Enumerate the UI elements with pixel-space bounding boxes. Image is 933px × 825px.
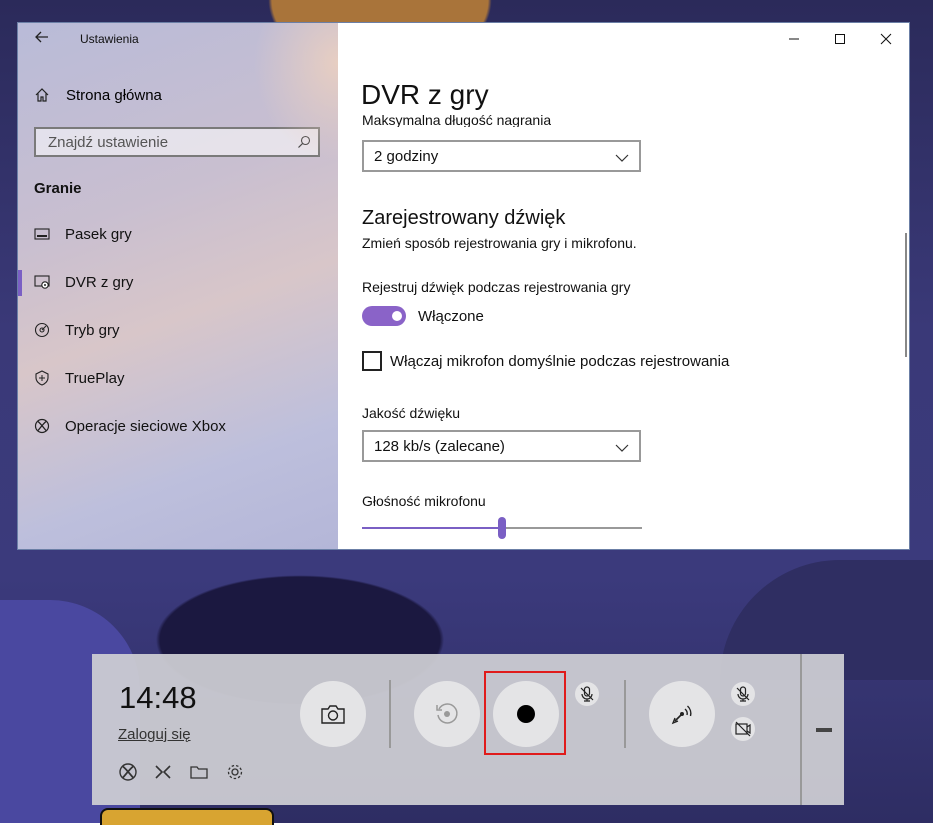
close-button[interactable] bbox=[863, 23, 909, 55]
record-audio-toggle[interactable] bbox=[362, 306, 406, 326]
search-box[interactable] bbox=[34, 127, 320, 157]
sidebar-item-label: TruePlay bbox=[65, 370, 125, 387]
mic-default-label: Włączaj mikrofon domyślnie podczas rejes… bbox=[390, 353, 730, 370]
mixer-icon[interactable] bbox=[153, 762, 173, 782]
sidebar-item-label: DVR z gry bbox=[65, 274, 134, 291]
mic-off-icon bbox=[580, 686, 594, 702]
slider-fill bbox=[362, 527, 502, 529]
sidebar-item-trueplay[interactable]: TruePlay bbox=[18, 364, 338, 394]
maximize-button[interactable] bbox=[817, 23, 863, 55]
record-icon bbox=[517, 705, 535, 723]
broadcast-button[interactable] bbox=[649, 681, 715, 747]
mic-off-icon bbox=[736, 686, 750, 702]
main-content: DVR z gry Maksymalna długość nagrania 2 … bbox=[338, 23, 909, 549]
settings-window: Ustawienia Strona główna Granie Pasek gr… bbox=[18, 23, 909, 549]
broadcast-mic-button[interactable] bbox=[731, 682, 755, 706]
sidebar-item-game-bar[interactable]: Pasek gry bbox=[18, 220, 338, 250]
divider bbox=[624, 680, 626, 748]
minimize-button[interactable] bbox=[771, 23, 817, 55]
xbox-icon bbox=[34, 418, 50, 439]
sidebar-item-label: Strona główna bbox=[66, 87, 162, 104]
sidebar-item-xbox-networking[interactable]: Operacje sieciowe Xbox bbox=[18, 412, 338, 442]
replay-icon bbox=[436, 703, 458, 724]
sidebar-item-label: Tryb gry bbox=[65, 322, 120, 339]
mic-default-checkbox[interactable] bbox=[362, 351, 382, 371]
sidebar-item-home[interactable]: Strona główna bbox=[18, 83, 338, 109]
audio-quality-label: Jakość dźwięku bbox=[362, 405, 461, 421]
divider bbox=[389, 680, 391, 748]
clock: 14:48 bbox=[119, 680, 197, 715]
mic-toggle-button[interactable] bbox=[575, 682, 599, 706]
home-icon bbox=[34, 87, 50, 108]
audio-description: Zmień sposób rejestrowania gry i mikrofo… bbox=[362, 235, 637, 251]
chevron-down-icon bbox=[615, 150, 629, 168]
game-dvr-icon bbox=[34, 274, 50, 295]
record-audio-label: Rejestruj dźwięk podczas rejestrowania g… bbox=[362, 279, 631, 295]
broadcast-camera-button[interactable] bbox=[731, 717, 755, 741]
close-icon bbox=[880, 33, 892, 45]
wallpaper-shape bbox=[100, 808, 274, 825]
folder-icon[interactable] bbox=[189, 762, 209, 782]
dropdown-value: 2 godziny bbox=[374, 148, 439, 165]
screenshot-button[interactable] bbox=[300, 681, 366, 747]
audio-heading: Zarejestrowany dźwięk bbox=[362, 207, 566, 229]
minimize-icon bbox=[789, 38, 799, 40]
max-length-label-text: Maksymalna długość nagrania bbox=[362, 115, 552, 127]
sidebar-item-game-dvr[interactable]: DVR z gry bbox=[18, 268, 338, 298]
drag-handle-icon[interactable] bbox=[816, 728, 832, 732]
toggle-knob bbox=[392, 311, 402, 321]
sidebar-item-game-mode[interactable]: Tryb gry bbox=[18, 316, 338, 346]
camera-icon bbox=[321, 705, 345, 724]
maximize-icon bbox=[835, 34, 845, 44]
app-title: Ustawienia bbox=[80, 32, 139, 46]
divider bbox=[800, 654, 802, 805]
camera-off-icon bbox=[735, 721, 751, 737]
toggle-state-label: Włączone bbox=[418, 308, 484, 325]
scrollbar[interactable] bbox=[905, 233, 907, 357]
game-mode-icon bbox=[34, 322, 50, 343]
trueplay-icon bbox=[34, 370, 50, 391]
game-bar-icon bbox=[34, 226, 50, 247]
xbox-icon[interactable] bbox=[118, 762, 138, 782]
chevron-down-icon bbox=[615, 440, 629, 458]
audio-quality-dropdown[interactable]: 128 kb/s (zalecane) bbox=[362, 430, 641, 462]
page-title: DVR z gry bbox=[361, 79, 489, 110]
sidebar-item-label: Pasek gry bbox=[65, 226, 132, 243]
max-length-label: Maksymalna długość nagrania bbox=[362, 115, 551, 127]
signin-link[interactable]: Zaloguj się bbox=[118, 726, 191, 743]
max-length-dropdown[interactable]: 2 godziny bbox=[362, 140, 641, 172]
search-icon[interactable] bbox=[296, 134, 312, 155]
broadcast-icon bbox=[671, 705, 692, 725]
slider-thumb[interactable] bbox=[498, 517, 506, 539]
game-bar: 14:48 Zaloguj się bbox=[92, 654, 844, 805]
section-title: Granie bbox=[34, 180, 82, 197]
search-input[interactable] bbox=[46, 133, 290, 152]
active-indicator bbox=[18, 270, 22, 296]
back-arrow-icon[interactable] bbox=[32, 29, 52, 49]
gear-icon[interactable] bbox=[225, 762, 245, 782]
dropdown-value: 128 kb/s (zalecane) bbox=[374, 438, 505, 455]
sidebar: Ustawienia Strona główna Granie Pasek gr… bbox=[18, 23, 338, 549]
sidebar-item-label: Operacje sieciowe Xbox bbox=[65, 418, 226, 435]
slider-track bbox=[502, 527, 642, 529]
mic-volume-slider[interactable] bbox=[362, 517, 642, 541]
record-button[interactable] bbox=[493, 681, 559, 747]
mic-volume-label: Głośność mikrofonu bbox=[362, 493, 486, 509]
title-bar: Ustawienia bbox=[18, 23, 338, 55]
record-last-button[interactable] bbox=[414, 681, 480, 747]
